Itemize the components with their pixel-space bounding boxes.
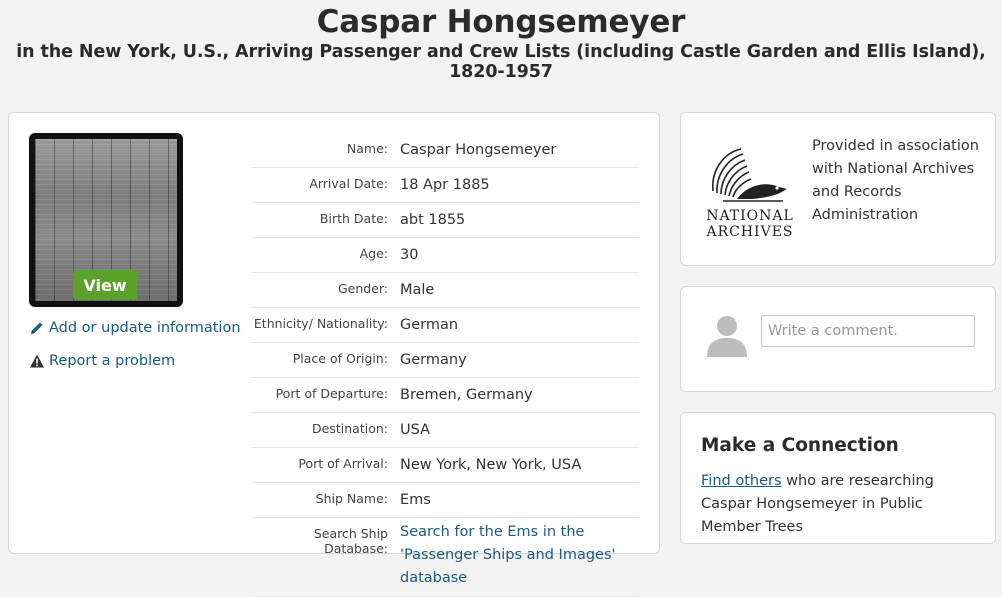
fact-label: Port of Arrival:	[298, 456, 388, 471]
logo-text-archives: ARCHIVES	[705, 224, 793, 239]
fact-row-name: Name: Caspar Hongsemeyer	[252, 133, 639, 168]
fact-label: Arrival Date:	[309, 176, 388, 191]
add-update-information-link[interactable]: Add or update information	[29, 320, 241, 336]
fact-label: Destination:	[312, 421, 388, 436]
fact-row-birth-date: Birth Date: abt 1855	[252, 203, 639, 238]
warning-icon	[29, 353, 45, 369]
make-connection-text: Find others who are researching Caspar H…	[701, 470, 981, 539]
person-name-title: Caspar Hongsemeyer	[316, 4, 686, 40]
fact-row-arrival-date: Arrival Date: 18 Apr 1885	[252, 168, 639, 203]
comment-input[interactable]	[761, 315, 975, 347]
fact-row-ship-name: Ship Name: Ems	[252, 483, 639, 518]
collection-subtitle: in the New York, U.S., Arriving Passenge…	[16, 42, 986, 82]
fact-value: Ems	[400, 492, 431, 508]
national-archives-eagle-logo: NATIONAL ARCHIVES	[705, 148, 794, 239]
fact-value: 18 Apr 1885	[400, 177, 490, 193]
user-silhouette-icon	[707, 316, 747, 357]
pencil-icon	[29, 320, 45, 336]
fact-value: 30	[400, 247, 419, 263]
fact-value: Male	[400, 282, 435, 298]
fact-value: German	[400, 317, 459, 333]
logo-text-national: NATIONAL	[706, 208, 794, 224]
report-problem-link[interactable]: Report a problem	[29, 353, 175, 369]
fact-label: Age:	[359, 246, 388, 261]
record-card: View Add or update information Report a …	[8, 112, 660, 597]
record-facts-table: Name: Caspar Hongsemeyer Arrival Date: 1…	[252, 133, 639, 597]
fact-row-port-of-departure: Port of Departure: Bremen, Germany	[252, 378, 639, 413]
search-ship-database-link[interactable]: Search for the Ems in the 'Passenger Shi…	[398, 518, 639, 596]
fact-label: Birth Date:	[319, 211, 388, 226]
fact-row-age: Age: 30	[252, 238, 639, 273]
fact-value: Germany	[400, 352, 467, 368]
fact-label: Ethnicity/ Nationality:	[253, 316, 388, 331]
fact-value: Caspar Hongsemeyer	[400, 142, 557, 158]
fact-value: USA	[400, 422, 431, 438]
fact-row-gender: Gender: Male	[252, 273, 639, 308]
fact-value: abt 1855	[400, 212, 466, 228]
fact-row-port-of-arrival: Port of Arrival: New York, New York, USA	[252, 448, 639, 483]
fact-row-search-ship-database: Search Ship Database: Search for the Ems…	[252, 518, 639, 597]
fact-value: Bremen, Germany	[400, 387, 533, 403]
fact-label: Ship Name:	[315, 491, 388, 506]
fact-label: Port of Departure:	[275, 386, 388, 401]
make-connection-card: Make a Connection Find others who are re…	[680, 412, 996, 544]
record-image-thumbnail[interactable]: View	[29, 133, 183, 307]
fact-label: Name:	[346, 141, 388, 156]
comment-card	[680, 286, 996, 392]
view-image-button[interactable]: View	[73, 270, 137, 300]
fact-row-ethnicity: Ethnicity/ Nationality: German	[252, 308, 639, 343]
add-update-information-label: Add or update information	[49, 320, 241, 336]
fact-row-place-of-origin: Place of Origin: Germany	[252, 343, 639, 378]
fact-label: Place of Origin:	[292, 351, 388, 366]
national-archives-card: NATIONAL ARCHIVES Provided in associatio…	[680, 112, 996, 266]
find-others-link[interactable]: Find others	[701, 473, 782, 489]
fact-label: Search Ship Database:	[313, 526, 388, 556]
make-connection-title: Make a Connection	[701, 435, 899, 456]
archive-association-text: Provided in association with National Ar…	[812, 138, 979, 223]
report-problem-label: Report a problem	[49, 353, 176, 369]
fact-row-destination: Destination: USA	[252, 413, 639, 448]
fact-label: Gender:	[337, 281, 388, 296]
fact-value: New York, New York, USA	[400, 457, 582, 473]
